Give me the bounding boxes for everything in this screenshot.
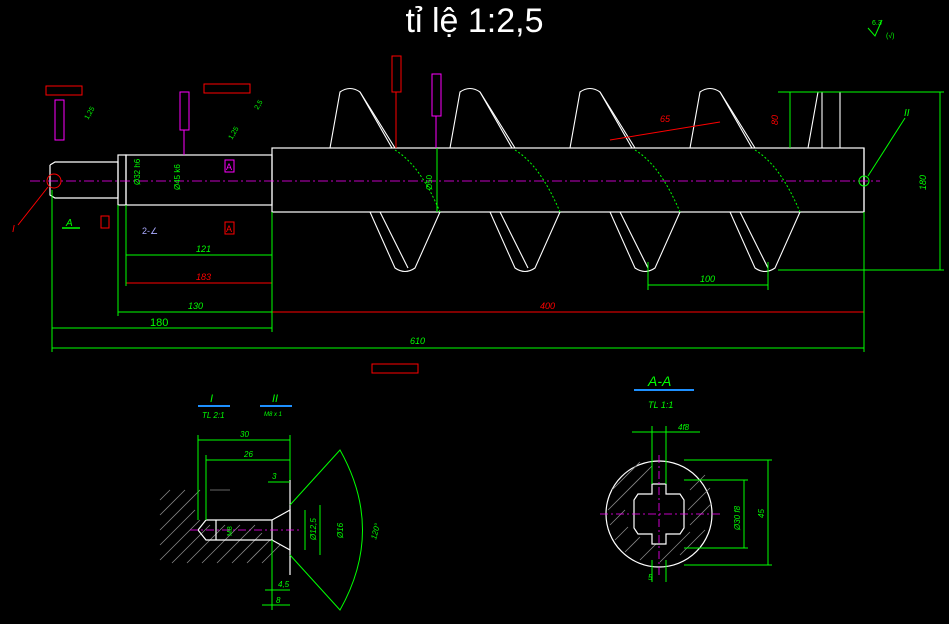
dia-right: Ø50: [425, 174, 434, 190]
dim-d30: 30: [240, 430, 249, 439]
detail-outline: [197, 480, 291, 575]
dim-d26: 26: [243, 450, 253, 459]
dim-400: 400: [540, 301, 555, 311]
roughness-value: 6.3: [872, 20, 882, 27]
section-key: 4f8: [678, 423, 690, 432]
dim-h80: 80: [770, 115, 780, 125]
dim-m8: M8: [227, 526, 234, 536]
chamfer-label: 2-∠: [142, 226, 158, 236]
dim-180: 180: [150, 317, 168, 329]
rough-25: 2,5: [254, 99, 265, 111]
datum-a-top: A: [226, 162, 232, 172]
dim-height: 180: [918, 175, 928, 190]
roughness-sub: (√): [886, 32, 895, 40]
screw-flights: [329, 87, 841, 273]
section-heading: A-A: [647, 373, 671, 389]
detail-2-scale: M8 x 1: [264, 412, 282, 418]
dim-d45: 4,5: [278, 580, 290, 589]
dim-183: 183: [196, 272, 211, 282]
section-view: A-A TL 1:1 4f8 45 Ø30 f8 5: [600, 373, 772, 582]
hatch-block: [159, 489, 281, 564]
dim-dia125: Ø12,5: [309, 518, 318, 541]
bottom-dimensions: [51, 91, 944, 352]
detail-2-marker: II: [904, 108, 910, 119]
dim-d3: 3: [272, 472, 277, 481]
detail-2-heading: II: [272, 393, 278, 405]
datum-a-bottom: A: [226, 224, 232, 234]
main-view: 121 183 130 400 180 610 100 180 80 65 2-…: [12, 55, 944, 374]
detail-1-heading: I: [210, 393, 213, 405]
detail-view: I TL 2:1 II M8 x 1 30 26 3 4,5 8 Ø12,5 Ø…: [159, 393, 382, 611]
dim-angle: 120°: [369, 521, 382, 540]
dim-610: 610: [410, 336, 425, 346]
section-small: 5: [648, 573, 653, 582]
detail-1-scale: TL 2:1: [202, 411, 225, 420]
dim-pitch-label: 65: [660, 114, 671, 124]
dia-mid: Ø45 k6: [173, 164, 182, 190]
dim-dia16: Ø16: [336, 522, 345, 539]
dim-d8: 8: [276, 596, 281, 605]
section-inner: Ø30 f8: [733, 505, 742, 531]
section-outer: 45: [757, 509, 766, 518]
rough-125-a: 1,25: [84, 106, 97, 121]
dim-121: 121: [196, 244, 211, 254]
detail-1-marker: I: [12, 224, 15, 235]
rough-125-b: 1,25: [228, 126, 241, 141]
dia-left: Ø32 h6: [133, 158, 142, 185]
section-scale: TL 1:1: [648, 400, 673, 410]
dim-130: 130: [188, 301, 203, 311]
tolerance-frames: [45, 55, 419, 374]
dim-pitch: 100: [700, 274, 715, 284]
general-roughness-symbol: 6.3 (√): [867, 19, 895, 40]
cad-drawing: 6.3 (√) 121 183 130 400 180 610 100 180 …: [12, 19, 944, 611]
